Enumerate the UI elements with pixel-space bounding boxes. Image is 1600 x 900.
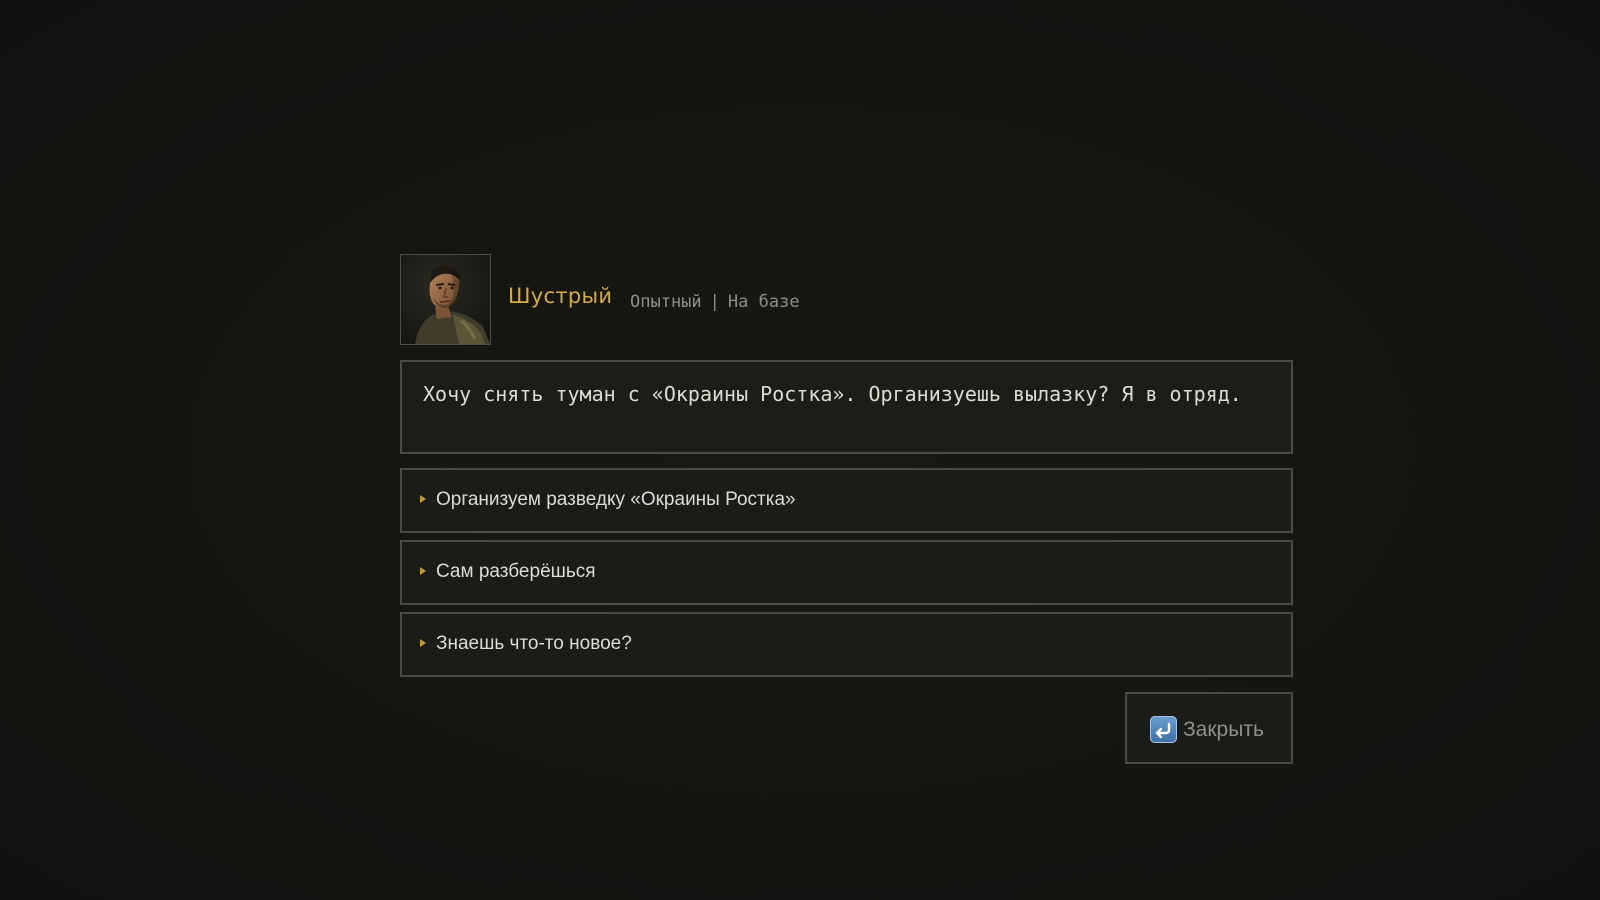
npc-speech-text: Хочу снять туман с «Окраины Ростка». Орг… — [423, 382, 1242, 406]
npc-name: Шустрый — [508, 284, 613, 308]
triangle-bullet-icon — [420, 567, 426, 575]
dialog-option-decline[interactable]: Сам разберёшься — [400, 540, 1293, 605]
npc-rank: Опытный — [630, 292, 702, 312]
return-key-icon — [1150, 716, 1177, 743]
dialog-panel: Шустрый Опытный | На базе Хочу снять туман… — [400, 254, 1293, 764]
close-button-label: Закрыть — [1183, 718, 1264, 741]
triangle-bullet-icon — [420, 495, 426, 503]
triangle-bullet-icon — [420, 639, 426, 647]
npc-speech-box: Хочу снять туман с «Окраины Ростка». Орг… — [400, 360, 1293, 454]
dialog-option-scout[interactable]: Организуем разведку «Окраины Ростка» — [400, 468, 1293, 533]
close-button[interactable]: Закрыть — [1125, 692, 1293, 764]
npc-header: Шустрый Опытный | На базе — [400, 254, 1293, 347]
npc-status: Опытный | На базе — [630, 292, 800, 312]
soldier-portrait-icon — [401, 255, 490, 344]
dialog-option-label: Знаешь что-то новое? — [436, 633, 632, 654]
dialog-option-news[interactable]: Знаешь что-то новое? — [400, 612, 1293, 677]
npc-location: На базе — [727, 292, 800, 312]
status-separator: | — [709, 292, 720, 312]
dialog-option-label: Сам разберёшься — [436, 561, 596, 582]
dialog-option-label: Организуем разведку «Окраины Ростка» — [436, 489, 796, 510]
npc-portrait — [400, 254, 491, 345]
